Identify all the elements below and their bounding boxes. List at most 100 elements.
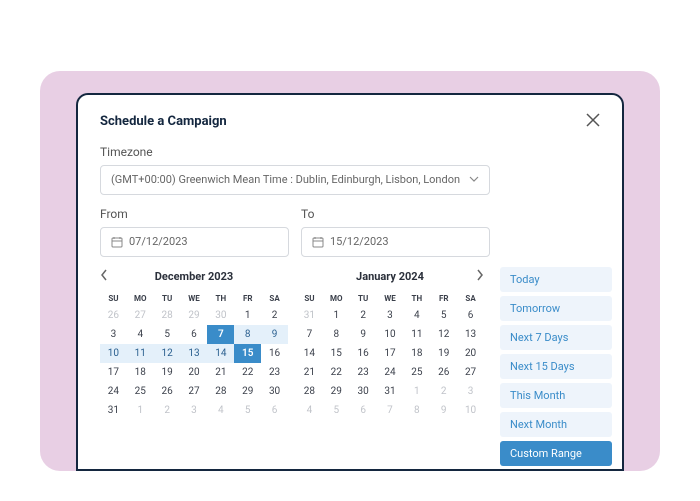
calendar-day[interactable]: 18 xyxy=(403,344,430,363)
calendar-day[interactable]: 13 xyxy=(457,325,484,344)
preset-next-15-days[interactable]: Next 15 Days xyxy=(500,354,612,379)
calendar-day[interactable]: 31 xyxy=(377,382,404,401)
calendar-day[interactable]: 10 xyxy=(457,401,484,420)
calendar-day[interactable]: 16 xyxy=(261,344,288,363)
calendar-day[interactable]: 6 xyxy=(350,401,377,420)
timezone-select[interactable]: (GMT+00:00) Greenwich Mean Time : Dublin… xyxy=(100,165,490,195)
calendar-day[interactable]: 11 xyxy=(403,325,430,344)
calendar-day[interactable]: 19 xyxy=(154,363,181,382)
calendar-day[interactable]: 7 xyxy=(296,325,323,344)
calendar-day[interactable]: 19 xyxy=(430,344,457,363)
preset-tomorrow[interactable]: Tomorrow xyxy=(500,296,612,321)
calendar-day[interactable]: 28 xyxy=(154,306,181,325)
calendar-day[interactable]: 26 xyxy=(430,363,457,382)
calendar-day[interactable]: 30 xyxy=(350,382,377,401)
calendar-day[interactable]: 22 xyxy=(234,363,261,382)
calendar-day[interactable]: 3 xyxy=(100,325,127,344)
calendar-day[interactable]: 27 xyxy=(127,306,154,325)
calendar-day[interactable]: 1 xyxy=(403,382,430,401)
calendar-day[interactable]: 17 xyxy=(100,363,127,382)
calendar-day[interactable]: 9 xyxy=(430,401,457,420)
calendar-day[interactable]: 5 xyxy=(430,306,457,325)
calendar-day[interactable]: 2 xyxy=(350,306,377,325)
calendar-day[interactable]: 6 xyxy=(181,325,208,344)
calendar-day[interactable]: 4 xyxy=(207,401,234,420)
calendar-day[interactable]: 10 xyxy=(100,344,127,363)
preset-list: Today Tomorrow Next 7 Days Next 15 Days This… xyxy=(500,267,612,466)
calendar-day[interactable]: 5 xyxy=(154,325,181,344)
calendar-day[interactable]: 4 xyxy=(127,325,154,344)
calendar-day[interactable]: 7 xyxy=(377,401,404,420)
calendar-day[interactable]: 31 xyxy=(100,401,127,420)
calendar-day[interactable]: 15 xyxy=(323,344,350,363)
calendar-day[interactable]: 16 xyxy=(350,344,377,363)
calendar-day[interactable]: 25 xyxy=(403,363,430,382)
calendar-day[interactable]: 3 xyxy=(457,382,484,401)
calendar-day[interactable]: 18 xyxy=(127,363,154,382)
calendar-day[interactable]: 12 xyxy=(430,325,457,344)
calendar-day[interactable]: 6 xyxy=(261,401,288,420)
calendar-day[interactable]: 1 xyxy=(323,306,350,325)
calendar-day[interactable]: 28 xyxy=(296,382,323,401)
calendar-day[interactable]: 20 xyxy=(457,344,484,363)
calendar-day[interactable]: 25 xyxy=(127,382,154,401)
calendar-day[interactable]: 10 xyxy=(377,325,404,344)
calendar-day[interactable]: 1 xyxy=(234,306,261,325)
calendar-day[interactable]: 3 xyxy=(181,401,208,420)
calendar-day[interactable]: 31 xyxy=(296,306,323,325)
calendar-day[interactable]: 24 xyxy=(377,363,404,382)
calendar-day[interactable]: 24 xyxy=(100,382,127,401)
calendar-day[interactable]: 4 xyxy=(296,401,323,420)
calendar-day[interactable]: 2 xyxy=(261,306,288,325)
calendar-day[interactable]: 13 xyxy=(181,344,208,363)
day-of-week-header: TH xyxy=(403,291,430,306)
close-icon[interactable] xyxy=(586,113,600,131)
calendar-day[interactable]: 9 xyxy=(350,325,377,344)
prev-month-button[interactable] xyxy=(100,269,108,285)
calendar-day[interactable]: 8 xyxy=(323,325,350,344)
calendar-day[interactable]: 14 xyxy=(207,344,234,363)
calendar-day[interactable]: 4 xyxy=(403,306,430,325)
calendar-day[interactable]: 21 xyxy=(207,363,234,382)
calendar-day[interactable]: 29 xyxy=(323,382,350,401)
calendar-day[interactable]: 20 xyxy=(181,363,208,382)
calendar-day[interactable]: 29 xyxy=(234,382,261,401)
calendar-day[interactable]: 30 xyxy=(207,306,234,325)
calendar-day[interactable]: 28 xyxy=(207,382,234,401)
calendar-day[interactable]: 1 xyxy=(127,401,154,420)
calendar-day[interactable]: 2 xyxy=(430,382,457,401)
calendar-day[interactable]: 3 xyxy=(377,306,404,325)
preset-next-month[interactable]: Next Month xyxy=(500,412,612,437)
calendar-day[interactable]: 26 xyxy=(100,306,127,325)
calendar-day[interactable]: 8 xyxy=(234,325,261,344)
calendar-day[interactable]: 22 xyxy=(323,363,350,382)
calendar-day[interactable]: 29 xyxy=(181,306,208,325)
calendar-day[interactable]: 2 xyxy=(154,401,181,420)
calendar-day[interactable]: 12 xyxy=(154,344,181,363)
preset-today[interactable]: Today xyxy=(500,267,612,292)
calendar-day[interactable]: 14 xyxy=(296,344,323,363)
from-date-input[interactable]: 07/12/2023 xyxy=(100,227,289,257)
next-month-button[interactable] xyxy=(476,269,484,285)
calendar-day[interactable]: 6 xyxy=(457,306,484,325)
calendar-day[interactable]: 27 xyxy=(181,382,208,401)
calendar-day[interactable]: 21 xyxy=(296,363,323,382)
calendar-day[interactable]: 26 xyxy=(154,382,181,401)
calendar-day[interactable]: 23 xyxy=(261,363,288,382)
preset-custom-range[interactable]: Custom Range xyxy=(500,441,612,466)
calendar-day[interactable]: 17 xyxy=(377,344,404,363)
calendar-day[interactable]: 7 xyxy=(207,325,234,344)
preset-this-month[interactable]: This Month xyxy=(500,383,612,408)
calendar-day[interactable]: 30 xyxy=(261,382,288,401)
calendar-day[interactable]: 5 xyxy=(234,401,261,420)
calendar-day[interactable]: 9 xyxy=(261,325,288,344)
preset-next-7-days[interactable]: Next 7 Days xyxy=(500,325,612,350)
calendar-day[interactable]: 11 xyxy=(127,344,154,363)
chevron-down-icon xyxy=(469,174,479,185)
calendar-day[interactable]: 23 xyxy=(350,363,377,382)
calendar-day[interactable]: 15 xyxy=(234,344,261,363)
calendar-day[interactable]: 5 xyxy=(323,401,350,420)
to-date-input[interactable]: 15/12/2023 xyxy=(301,227,490,257)
calendar-day[interactable]: 8 xyxy=(403,401,430,420)
calendar-day[interactable]: 27 xyxy=(457,363,484,382)
